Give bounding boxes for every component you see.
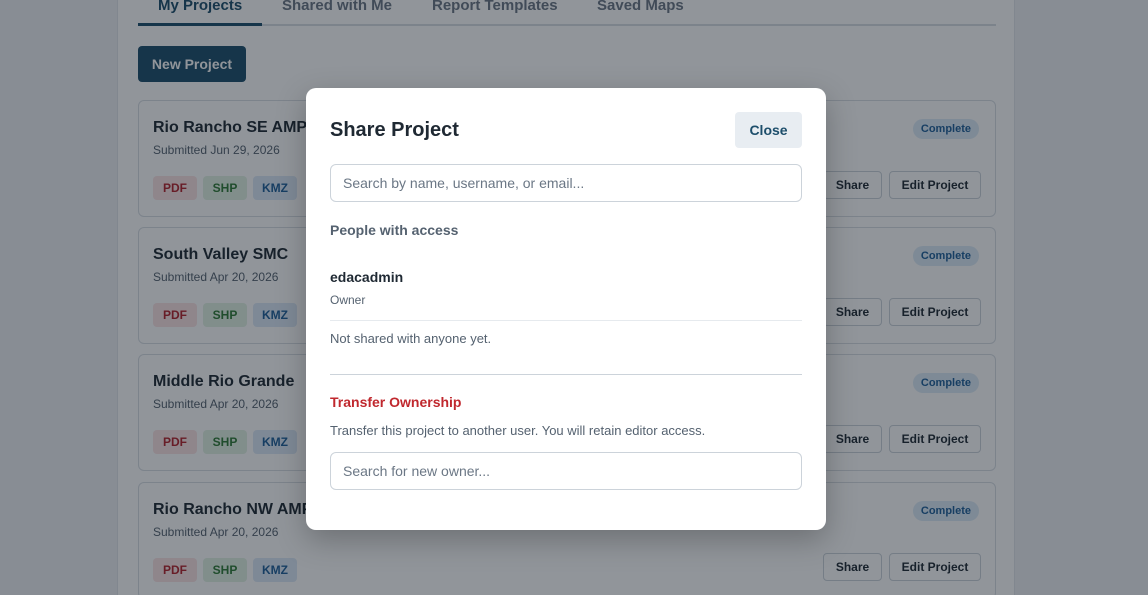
- divider: [330, 320, 802, 321]
- empty-share-message: Not shared with anyone yet.: [330, 331, 492, 346]
- new-owner-search-input[interactable]: [330, 452, 802, 490]
- people-with-access-heading: People with access: [330, 222, 459, 238]
- transfer-ownership-description: Transfer this project to another user. Y…: [330, 423, 706, 438]
- transfer-ownership-heading: Transfer Ownership: [330, 394, 462, 410]
- person-name: edacadmin: [330, 269, 404, 285]
- close-button[interactable]: Close: [735, 112, 802, 148]
- section-divider: [330, 374, 802, 375]
- share-search-input[interactable]: [330, 164, 802, 202]
- dialog-title: Share Project: [330, 119, 459, 141]
- share-project-dialog: Share Project Close People with access e…: [306, 88, 826, 530]
- person-role: Owner: [330, 293, 366, 307]
